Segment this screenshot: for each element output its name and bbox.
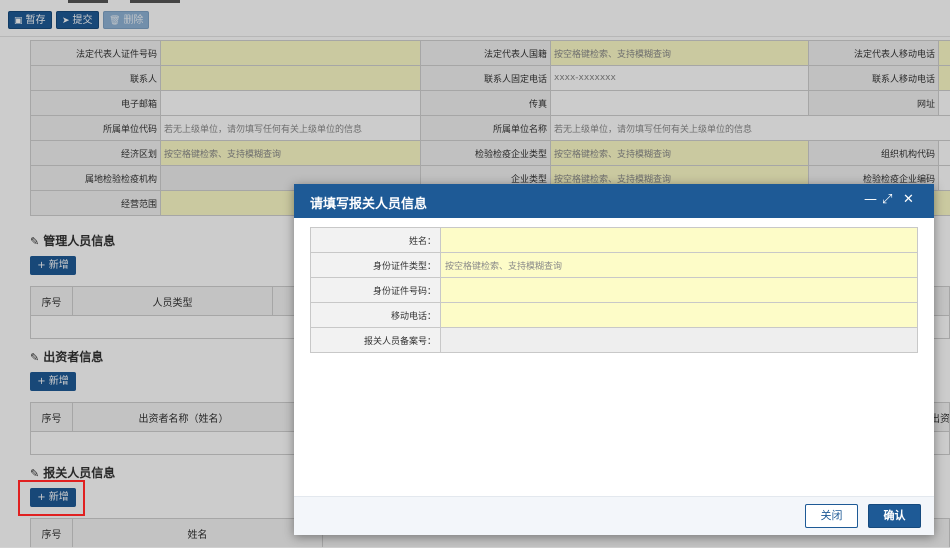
- id-type-input[interactable]: 按空格键检索、支持模糊查询: [441, 253, 918, 278]
- field-label: 报关人员备案号：: [311, 328, 441, 353]
- field-label: 移动电话：: [311, 303, 441, 328]
- highlight-box: [18, 480, 85, 516]
- close-icon[interactable]: ✕: [903, 192, 914, 207]
- modal-footer: 关闭 确认: [294, 496, 934, 535]
- declarant-modal: 请填写报关人员信息 — ⤢ ✕ 姓名： 身份证件类型： 按空格键检索、支持模糊查…: [294, 184, 934, 535]
- mobile-input[interactable]: [441, 303, 918, 328]
- close-button[interactable]: 关闭: [805, 504, 858, 528]
- minimize-icon[interactable]: —: [864, 192, 877, 207]
- confirm-button[interactable]: 确认: [868, 504, 921, 528]
- field-label: 身份证件类型：: [311, 253, 441, 278]
- name-input[interactable]: [441, 228, 918, 253]
- filing-number-input[interactable]: [441, 328, 918, 353]
- declarant-form: 姓名： 身份证件类型： 按空格键检索、支持模糊查询 身份证件号码： 移动电话： …: [310, 227, 918, 353]
- field-label: 姓名：: [311, 228, 441, 253]
- id-number-input[interactable]: [441, 278, 918, 303]
- field-label: 身份证件号码：: [311, 278, 441, 303]
- modal-header: 请填写报关人员信息 — ⤢ ✕: [294, 184, 934, 218]
- modal-title: 请填写报关人员信息: [310, 193, 427, 212]
- maximize-icon[interactable]: ⤢: [882, 192, 892, 207]
